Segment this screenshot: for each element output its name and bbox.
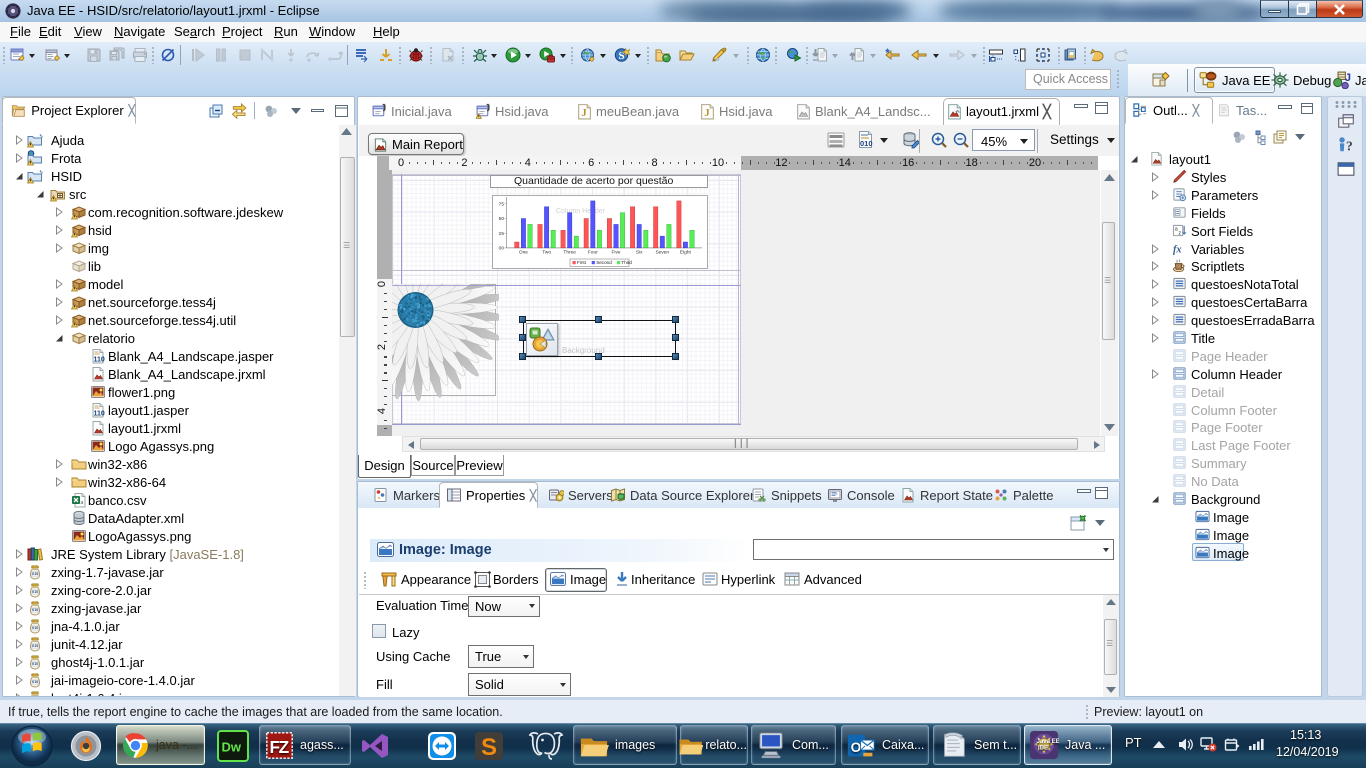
svg-text:25: 25 <box>499 231 505 237</box>
svg-text:110: 110 <box>94 411 105 418</box>
svg-text:Eight: Eight <box>680 249 692 255</box>
svg-text:Four: Four <box>588 249 598 255</box>
svg-text:50: 50 <box>499 216 505 222</box>
svg-text:J: J <box>581 108 587 119</box>
svg-text:O: O <box>851 739 862 754</box>
svg-text:S: S <box>481 734 497 761</box>
svg-text:?: ? <box>1346 139 1353 154</box>
svg-text:010: 010 <box>32 572 38 576</box>
svg-text:Six: Six <box>636 249 643 255</box>
svg-text:Seven: Seven <box>655 249 669 255</box>
svg-text:Second: Second <box>596 260 612 265</box>
svg-text:fx: fx <box>1173 244 1182 255</box>
svg-text:75: 75 <box>499 201 505 207</box>
svg-text:110: 110 <box>94 357 105 364</box>
svg-text:J: J <box>1345 72 1351 84</box>
svg-text:z: z <box>1178 231 1181 237</box>
svg-text:Three: Three <box>563 249 576 255</box>
svg-text:010: 010 <box>32 662 38 666</box>
svg-text:010: 010 <box>860 139 873 148</box>
svg-text:010: 010 <box>32 680 38 684</box>
svg-text:Five: Five <box>611 249 620 255</box>
svg-text:010: 010 <box>32 644 38 648</box>
svg-text:010: 010 <box>32 608 38 612</box>
svg-text:Dw: Dw <box>222 740 242 755</box>
svg-text:First: First <box>577 260 587 265</box>
svg-text:Two: Two <box>542 249 551 255</box>
svg-text:Column Header: Column Header <box>556 208 606 215</box>
svg-text:010: 010 <box>32 590 38 594</box>
svg-text:Third: Third <box>621 260 632 265</box>
svg-text:00: 00 <box>499 246 505 252</box>
svg-text:Z: Z <box>279 736 290 756</box>
svg-text:a: a <box>81 500 84 506</box>
svg-text:IDE: IDE <box>1038 745 1048 752</box>
svg-text:One: One <box>519 249 528 255</box>
svg-text:J: J <box>704 108 710 119</box>
svg-text:010: 010 <box>32 626 38 630</box>
